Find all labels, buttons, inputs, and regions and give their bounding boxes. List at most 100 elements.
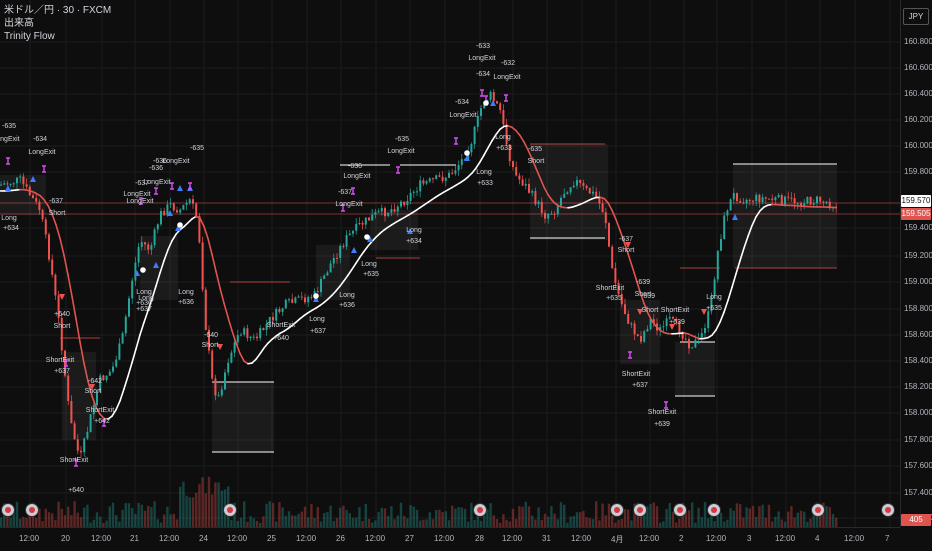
volume-bar: [35, 518, 37, 527]
economic-event-icon[interactable]: [611, 504, 623, 516]
candle-body: [186, 203, 188, 205]
signal-dot: [177, 222, 183, 228]
moving-average-line: [224, 303, 228, 317]
signal-label: -635: [190, 145, 204, 152]
candle-body: [128, 298, 130, 316]
candle-body: [454, 170, 456, 173]
time-tick-label: 12:00: [571, 534, 591, 543]
volume-bar: [691, 502, 693, 527]
candle-body: [0, 185, 2, 186]
moving-average-line: [136, 335, 140, 349]
economic-event-icon[interactable]: [882, 504, 894, 516]
candle-body: [563, 194, 565, 198]
candle-body: [534, 191, 536, 204]
candle-body: [781, 195, 783, 205]
indicator-legend[interactable]: Trinity Flow: [4, 30, 111, 43]
candle-body: [211, 351, 213, 379]
volume-bar: [179, 487, 181, 527]
economic-event-icon[interactable]: [674, 504, 686, 516]
candle-body: [3, 183, 5, 184]
candle-body: [288, 299, 290, 300]
volume-bar: [441, 512, 443, 527]
signal-label: +634: [406, 238, 422, 245]
candle-body: [797, 203, 799, 204]
volume-bar: [544, 514, 546, 527]
signal-label: +642: [94, 418, 110, 425]
volume-bar: [189, 497, 191, 527]
time-tick-label: 12:00: [159, 534, 179, 543]
candle-body: [246, 328, 248, 338]
volume-legend[interactable]: 出来高: [4, 17, 111, 30]
candle-body: [458, 165, 460, 170]
signal-label: Long: [178, 289, 194, 296]
volume-bar: [141, 505, 143, 527]
candle-body: [339, 246, 341, 258]
price-chart[interactable]: -635LongExit-634LongExitLong+634-637Shor…: [0, 0, 900, 527]
volume-bar: [25, 518, 27, 527]
time-tick-label: 4月: [611, 534, 623, 545]
price-axis[interactable]: 160.800160.600160.400160.200160.000159.8…: [900, 0, 932, 527]
signal-label: -636: [149, 165, 163, 172]
signal-label: +636: [178, 299, 194, 306]
candle-body: [570, 187, 572, 192]
candle-body: [45, 219, 47, 234]
candle-body: [682, 333, 684, 338]
candle-body: [406, 201, 408, 205]
volume-bar: [621, 519, 623, 527]
exit-marker: [42, 166, 46, 172]
moving-average-line: [72, 296, 76, 318]
economic-event-icon[interactable]: [2, 504, 14, 516]
chart-area[interactable]: -635LongExit-634LongExitLong+634-637Shor…: [0, 0, 900, 527]
economic-event-icon[interactable]: [634, 504, 646, 516]
economic-event-icon[interactable]: [708, 504, 720, 516]
volume-bar: [134, 514, 136, 527]
time-tick-label: 28: [475, 534, 484, 543]
economic-event-icon[interactable]: [26, 504, 38, 516]
economic-event-icon[interactable]: [224, 504, 236, 516]
candle-body: [822, 202, 824, 203]
volume-bar: [829, 507, 831, 527]
volume-bar: [355, 518, 357, 527]
candle-body: [493, 92, 495, 101]
candle-body: [704, 328, 706, 333]
volume-bar: [406, 518, 408, 527]
candle-body: [739, 201, 741, 203]
signal-label: -635: [528, 146, 542, 153]
candle-body: [608, 223, 610, 247]
candle-body: [662, 326, 664, 327]
candle-body: [400, 202, 402, 207]
candle-body: [720, 239, 722, 251]
signal-label: -637: [619, 236, 633, 243]
volume-bar: [643, 514, 645, 527]
volume-bar: [678, 518, 680, 527]
candle-body: [742, 203, 744, 204]
candle-body: [160, 211, 162, 224]
volume-bar: [278, 502, 280, 527]
economic-event-icon[interactable]: [812, 504, 824, 516]
volume-bar: [393, 519, 395, 527]
candle-body: [518, 175, 520, 179]
volume-bar: [569, 517, 571, 527]
time-axis[interactable]: 12:002012:002112:002412:002512:002612:00…: [0, 527, 900, 551]
volume-bar: [505, 520, 507, 527]
time-tick-label: 12:00: [706, 534, 726, 543]
signal-label: Short: [49, 210, 66, 217]
candle-body: [666, 318, 668, 326]
currency-button[interactable]: JPY: [903, 8, 929, 25]
volume-bar: [240, 518, 242, 527]
volume-bar: [461, 507, 463, 527]
volume-bar: [749, 508, 751, 527]
volume-bar: [669, 503, 671, 527]
signal-label: Short: [85, 388, 102, 395]
symbol-title[interactable]: 米ドル／円 · 30 · FXCM: [4, 4, 111, 17]
moving-average-line: [200, 218, 204, 226]
candle-body: [109, 372, 111, 376]
moving-average-line: [732, 274, 736, 287]
price-tick-label: 160.000: [904, 141, 932, 150]
volume-bar: [208, 477, 210, 527]
signal-label: ShortExit: [648, 409, 676, 416]
volume-bar: [464, 509, 466, 527]
candle-body: [35, 198, 37, 202]
volume-bar: [726, 520, 728, 527]
economic-event-icon[interactable]: [474, 504, 486, 516]
